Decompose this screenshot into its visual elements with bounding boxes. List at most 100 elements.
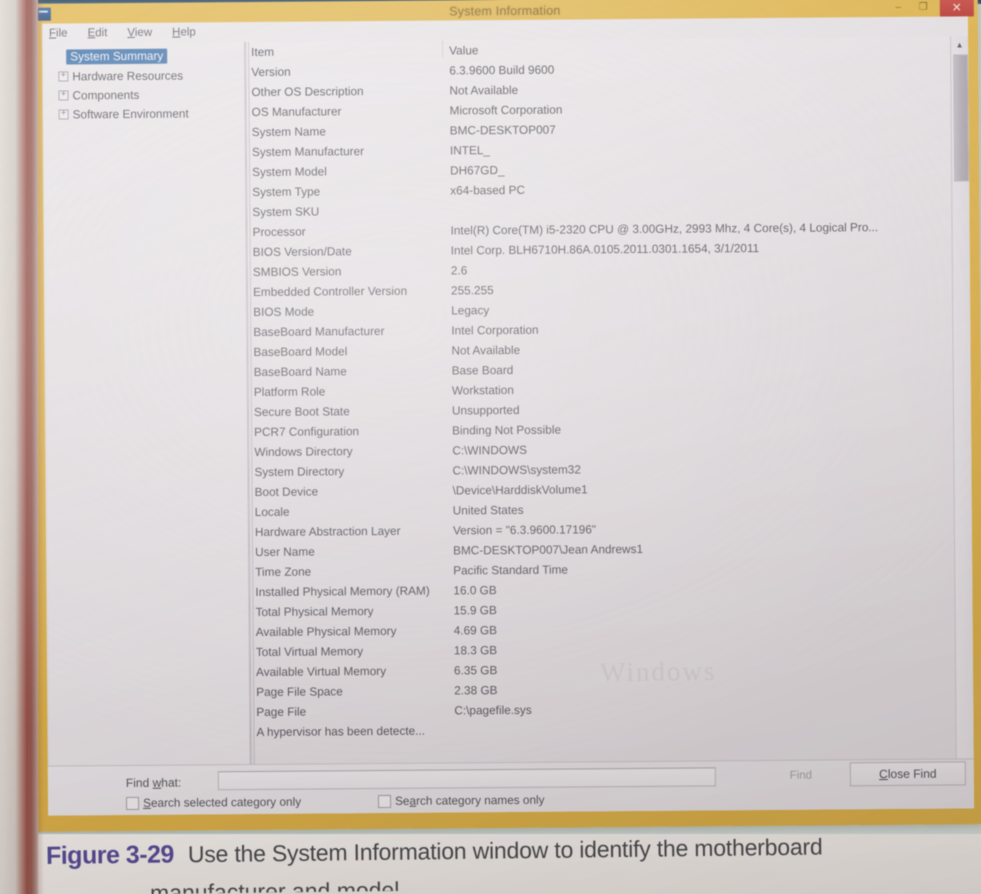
cell-item: Other OS Description	[251, 84, 364, 100]
cell-item: Windows Directory	[254, 444, 353, 459]
sidebar-item-label: Software Environment	[72, 105, 189, 121]
cell-value: Unsupported	[451, 402, 520, 418]
menu-file[interactable]: File	[46, 26, 71, 40]
cell-value: 16.0 GB	[453, 583, 497, 598]
cell-value: x64-based PC	[450, 182, 526, 198]
search-category-names-label: Search category names only	[394, 792, 545, 808]
cell-value: Pacific Standard Time	[453, 562, 569, 578]
menu-file-label-rest: ile	[55, 27, 68, 40]
cell-item: Locale	[254, 504, 290, 519]
cell-value: Version = "6.3.9600.17196"	[452, 522, 597, 538]
cell-value: Intel(R) Core(TM) i5-2320 CPU @ 3.00GHz,…	[450, 220, 879, 238]
checkbox-icon[interactable]	[377, 794, 392, 808]
computer-icon	[36, 7, 51, 21]
cell-item: Version	[251, 64, 291, 80]
details-pane: Item Value Version 6.3.9600 Build 9600 Oth…	[245, 36, 974, 765]
menu-help[interactable]: Help	[169, 25, 199, 39]
cell-value: BMC-DESKTOP007\Jean Andrews1	[453, 541, 644, 558]
scrollbar-thumb[interactable]	[953, 54, 970, 182]
system-information-window: System Information – ❐ ✕ File Edit View …	[31, 0, 981, 832]
cell-item: Processor	[252, 224, 306, 240]
find-what-label: Find what:	[125, 775, 182, 791]
cell-value: Legacy	[451, 303, 490, 318]
find-button[interactable]: Find	[754, 764, 848, 787]
column-header-value[interactable]: Value	[443, 37, 950, 58]
cell-value: 18.3 GB	[453, 643, 498, 658]
figure-number: Figure 3-29	[45, 840, 175, 870]
cell-value: C:\WINDOWS\system32	[452, 462, 581, 478]
menu-help-label-rest: elp	[180, 26, 196, 39]
cell-value: Intel Corp. BLH6710H.86A.0105.2011.0301.…	[450, 241, 760, 258]
figure-caption-next-line: manufacturer and model	[149, 876, 400, 894]
cell-value: 6.35 GB	[453, 663, 498, 678]
menu-edit-label-rest: dit	[95, 27, 108, 40]
minimize-button[interactable]: –	[890, 0, 907, 15]
cell-item: SMBIOS Version	[252, 264, 342, 279]
checkbox-icon[interactable]	[125, 796, 140, 810]
cell-value: Not Available	[451, 342, 521, 358]
figure-caption-area: Figure 3-29 Use the System Information wi…	[0, 834, 981, 894]
search-selected-category-label: Search selected category only	[142, 794, 302, 810]
book-page-photo: Windows System Information – ❐ ✕ File Ed…	[0, 0, 981, 894]
scroll-up-arrow-icon[interactable]: ▲	[951, 36, 968, 52]
menu-edit[interactable]: Edit	[84, 26, 110, 40]
cell-value: Intel Corporation	[451, 322, 539, 338]
cell-value: BMC-DESKTOP007	[449, 122, 556, 138]
find-input[interactable]	[217, 767, 716, 791]
window-controls: – ❐ ✕	[890, 0, 974, 18]
cell-item: Installed Physical Memory (RAM)	[255, 583, 430, 599]
cell-value: Microsoft Corporation	[449, 102, 563, 118]
figure-caption: Figure 3-29 Use the System Information wi…	[46, 833, 823, 871]
details-list: Item Value Version 6.3.9600 Build 9600 Oth…	[245, 37, 956, 765]
cell-item: Platform Role	[253, 384, 326, 399]
window-client-area: File Edit View Help System Summary + Har…	[41, 16, 975, 816]
cell-item: Available Physical Memory	[255, 623, 397, 639]
cell-value: Workstation	[451, 382, 514, 398]
menu-view[interactable]: View	[124, 26, 155, 40]
tree-expand-plus-icon[interactable]	[56, 70, 69, 81]
cell-item: BaseBoard Model	[253, 344, 348, 359]
cell-value: C:\WINDOWS	[452, 442, 528, 458]
sidebar-item-label: System Summary	[66, 48, 168, 65]
cell-value: INTEL_	[449, 143, 490, 158]
book-binding-edge	[0, 0, 38, 894]
close-button[interactable]: ✕	[939, 0, 974, 17]
sidebar-item-software-environment[interactable]: Software Environment	[47, 103, 243, 124]
cell-item: Available Virtual Memory	[255, 663, 387, 679]
cell-value: 15.9 GB	[453, 603, 497, 618]
cell-item: Time Zone	[255, 564, 312, 579]
cell-value: \Device\HarddiskVolume1	[452, 482, 588, 498]
tree-expand-plus-icon[interactable]	[57, 108, 70, 119]
maximize-button[interactable]: ❐	[915, 0, 932, 15]
cell-item: PCR7 Configuration	[254, 424, 360, 439]
cell-value: 4.69 GB	[453, 623, 498, 638]
cell-value	[444, 207, 951, 211]
cell-item: System Type	[252, 184, 321, 200]
category-tree-pane: System Summary Hardware Resources Compon…	[44, 42, 251, 766]
sidebar-item-system-summary[interactable]: System Summary	[46, 46, 242, 67]
table-row[interactable]: A hypervisor has been detecte...	[250, 716, 955, 742]
search-category-names-checkbox-row[interactable]: Search category names only	[377, 792, 545, 808]
find-bar: Find what: Find Close Find Search select…	[47, 758, 975, 816]
sidebar-item-components[interactable]: Components	[46, 84, 242, 105]
cell-item: A hypervisor has been detecte...	[256, 723, 426, 739]
cell-item: Embedded Controller Version	[252, 283, 408, 299]
menu-view-label-rest: iew	[134, 26, 153, 39]
cell-item: BaseBoard Manufacturer	[253, 323, 385, 339]
cell-item: Page File Space	[256, 684, 343, 699]
tree-expand-plus-icon[interactable]	[56, 89, 69, 100]
cell-item: System Name	[251, 124, 326, 140]
cell-value: 2.6	[450, 263, 468, 278]
sidebar-item-hardware-resources[interactable]: Hardware Resources	[46, 65, 242, 86]
tree-expander-icon	[50, 51, 63, 62]
sidebar-item-label: Components	[72, 87, 140, 102]
close-find-button[interactable]: Close Find	[849, 761, 966, 787]
figure-caption-text: Use the System Information window to ide…	[187, 833, 823, 868]
cell-item: Boot Device	[254, 484, 319, 499]
column-header-item[interactable]: Item	[245, 40, 444, 60]
cell-value: 6.3.9600 Build 9600	[449, 62, 555, 78]
cell-item: BIOS Mode	[253, 304, 315, 319]
search-selected-category-checkbox-row[interactable]: Search selected category only	[125, 794, 302, 810]
cell-item: OS Manufacturer	[251, 104, 342, 120]
cell-item: System Model	[252, 164, 327, 180]
